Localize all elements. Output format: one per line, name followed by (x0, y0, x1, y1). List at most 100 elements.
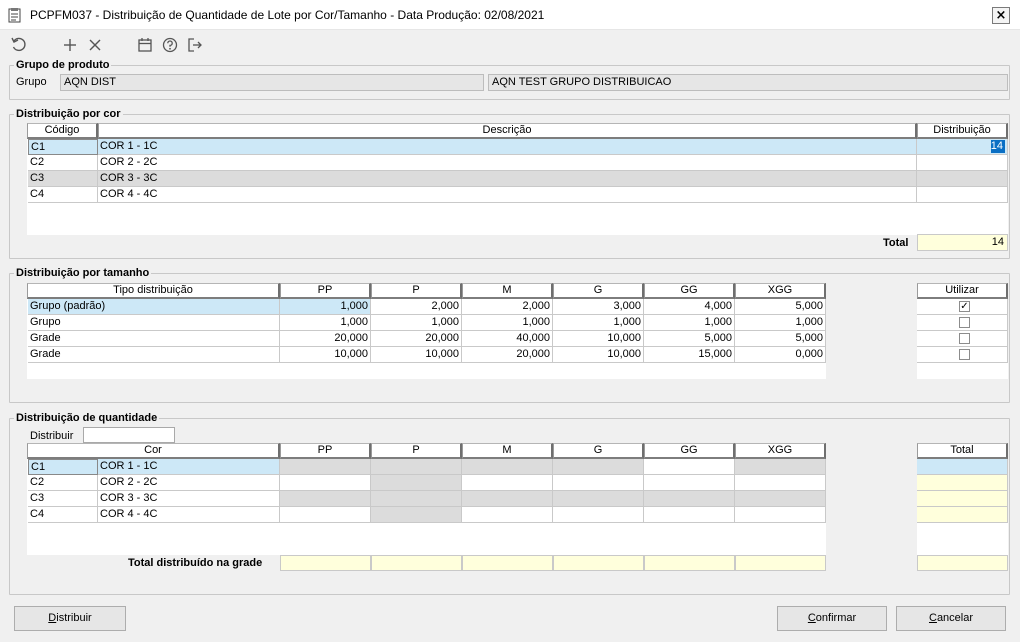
tamanho-row-2-utilizar-checkbox[interactable] (959, 317, 970, 328)
tamanho-row-3-utilizar-checkbox[interactable] (959, 333, 970, 344)
cor-row-1-descricao[interactable]: COR 1 - 1C (98, 139, 917, 155)
qtd-row-4-pp[interactable] (280, 507, 371, 523)
tamanho-row-1-m[interactable]: 2,000 (462, 299, 553, 315)
tamanho-row-4-g[interactable]: 10,000 (553, 347, 644, 363)
qtd-row-4-xgg[interactable] (735, 507, 826, 523)
refresh-icon[interactable] (10, 36, 28, 54)
cor-row-3-distribuicao[interactable] (917, 171, 1008, 187)
cor-row-1-distribuicao-input[interactable]: 14 (990, 140, 1005, 153)
col-header-pp[interactable]: PP (280, 283, 371, 299)
qtd-row-4-m[interactable] (462, 507, 553, 523)
tamanho-row-3-g[interactable]: 10,000 (553, 331, 644, 347)
tamanho-row-1-g[interactable]: 3,000 (553, 299, 644, 315)
close-button[interactable]: × (992, 7, 1010, 24)
qtd-col-header-p[interactable]: P (371, 443, 462, 459)
cor-row-2-distribuicao[interactable] (917, 155, 1008, 171)
qtd-col-header-xgg[interactable]: XGG (735, 443, 826, 459)
qtd-row-3-gg[interactable] (644, 491, 735, 507)
qtd-row-1-m[interactable] (462, 459, 553, 475)
qtd-row-4-descricao[interactable]: COR 4 - 4C (98, 507, 280, 523)
qtd-row-3-xgg[interactable] (735, 491, 826, 507)
cor-row-4-descricao[interactable]: COR 4 - 4C (98, 187, 917, 203)
qtd-row-3-codigo[interactable]: C3 (28, 491, 98, 507)
distribuir-button[interactable]: Distribuir (14, 606, 126, 631)
tamanho-row-2-gg[interactable]: 1,000 (644, 315, 735, 331)
qtd-row-3-pp[interactable] (280, 491, 371, 507)
qtd-col-header-g[interactable]: G (553, 443, 644, 459)
qtd-col-header-m[interactable]: M (462, 443, 553, 459)
qtd-row-4-p[interactable] (371, 507, 462, 523)
cor-row-3-descricao[interactable]: COR 3 - 3C (98, 171, 917, 187)
qtd-row-2-codigo[interactable]: C2 (28, 475, 98, 491)
qtd-row-1-gg[interactable] (644, 459, 735, 475)
col-header-gg[interactable]: GG (644, 283, 735, 299)
tamanho-row-3-pp[interactable]: 20,000 (280, 331, 371, 347)
qtd-row-3-descricao[interactable]: COR 3 - 3C (98, 491, 280, 507)
cor-row-4-codigo[interactable]: C4 (28, 187, 98, 203)
cor-row-3-codigo[interactable]: C3 (28, 171, 98, 187)
tamanho-row-4-p[interactable]: 10,000 (371, 347, 462, 363)
qtd-row-1-g[interactable] (553, 459, 644, 475)
qtd-row-3-m[interactable] (462, 491, 553, 507)
col-header-tipo[interactable]: Tipo distribuição (27, 283, 280, 299)
tamanho-row-4-pp[interactable]: 10,000 (280, 347, 371, 363)
confirmar-button[interactable]: Confirmar (777, 606, 887, 631)
qtd-row-2-xgg[interactable] (735, 475, 826, 491)
cor-row-2-codigo[interactable]: C2 (28, 155, 98, 171)
calendar-icon[interactable] (136, 36, 154, 54)
cor-row-4-distribuicao[interactable] (917, 187, 1008, 203)
tamanho-row-3-tipo[interactable]: Grade (28, 331, 280, 347)
qtd-row-1-pp[interactable] (280, 459, 371, 475)
qtd-col-header-pp[interactable]: PP (280, 443, 371, 459)
cor-row-1-codigo[interactable]: C1 (28, 139, 98, 155)
tamanho-row-1-pp[interactable]: 1,000 (280, 299, 371, 315)
tamanho-row-3-m[interactable]: 40,000 (462, 331, 553, 347)
qtd-row-4-gg[interactable] (644, 507, 735, 523)
qtd-col-header-gg[interactable]: GG (644, 443, 735, 459)
qtd-col-header-total[interactable]: Total (917, 443, 1008, 459)
tamanho-row-1-gg[interactable]: 4,000 (644, 299, 735, 315)
tamanho-row-1-utilizar-checkbox[interactable]: ✓ (959, 301, 970, 312)
tamanho-row-4-m[interactable]: 20,000 (462, 347, 553, 363)
add-icon[interactable] (61, 36, 79, 54)
col-header-descricao[interactable]: Descrição (98, 123, 917, 139)
qtd-row-3-g[interactable] (553, 491, 644, 507)
tamanho-row-4-gg[interactable]: 15,000 (644, 347, 735, 363)
exit-icon[interactable] (186, 36, 204, 54)
cor-row-2-descricao[interactable]: COR 2 - 2C (98, 155, 917, 171)
tamanho-row-2-g[interactable]: 1,000 (553, 315, 644, 331)
qtd-row-1-p[interactable] (371, 459, 462, 475)
qtd-row-3-p[interactable] (371, 491, 462, 507)
col-header-xgg[interactable]: XGG (735, 283, 826, 299)
tamanho-row-4-xgg[interactable]: 0,000 (735, 347, 826, 363)
distribuir-input[interactable] (83, 427, 175, 443)
tamanho-row-3-p[interactable]: 20,000 (371, 331, 462, 347)
tamanho-row-4-tipo[interactable]: Grade (28, 347, 280, 363)
cancelar-button[interactable]: Cancelar (896, 606, 1006, 631)
qtd-row-2-pp[interactable] (280, 475, 371, 491)
col-header-g[interactable]: G (553, 283, 644, 299)
col-header-p[interactable]: P (371, 283, 462, 299)
tamanho-row-2-pp[interactable]: 1,000 (280, 315, 371, 331)
tamanho-row-2-tipo[interactable]: Grupo (28, 315, 280, 331)
qtd-row-2-g[interactable] (553, 475, 644, 491)
tamanho-row-2-p[interactable]: 1,000 (371, 315, 462, 331)
qtd-row-2-m[interactable] (462, 475, 553, 491)
qtd-row-4-codigo[interactable]: C4 (28, 507, 98, 523)
qtd-row-4-g[interactable] (553, 507, 644, 523)
tamanho-row-3-xgg[interactable]: 5,000 (735, 331, 826, 347)
tamanho-row-1-xgg[interactable]: 5,000 (735, 299, 826, 315)
qtd-row-2-gg[interactable] (644, 475, 735, 491)
qtd-row-2-p[interactable] (371, 475, 462, 491)
help-icon[interactable] (161, 36, 179, 54)
col-header-cor[interactable]: Cor (27, 443, 280, 459)
col-header-utilizar[interactable]: Utilizar (917, 283, 1008, 299)
tamanho-row-1-p[interactable]: 2,000 (371, 299, 462, 315)
tamanho-row-2-xgg[interactable]: 1,000 (735, 315, 826, 331)
tamanho-row-3-gg[interactable]: 5,000 (644, 331, 735, 347)
qtd-row-2-descricao[interactable]: COR 2 - 2C (98, 475, 280, 491)
cor-row-1-distribuicao-cell[interactable]: 14 (917, 139, 1008, 155)
col-header-codigo[interactable]: Código (27, 123, 98, 139)
delete-icon[interactable] (86, 36, 104, 54)
col-header-distribuicao[interactable]: Distribuição (917, 123, 1008, 139)
